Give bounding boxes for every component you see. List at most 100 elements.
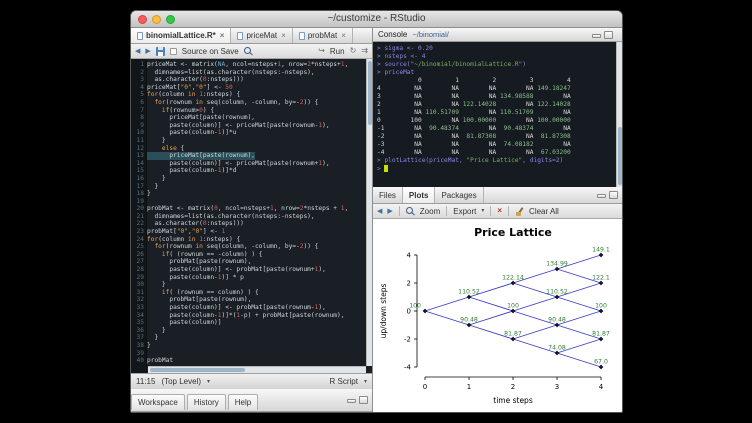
code-line[interactable]: 24for(column in 1:nsteps) { [131, 236, 366, 244]
source-file-icon[interactable]: ⇉ [361, 47, 368, 55]
code-editor[interactable]: 1priceMat <- matrix(NA, ncol=nsteps+1, n… [131, 59, 372, 373]
code-line[interactable]: 33 paste(column)] <- probMat[paste(rownu… [131, 304, 366, 312]
code-line[interactable]: 38} [131, 342, 366, 350]
zoom-button[interactable]: Zoom [420, 207, 440, 216]
editor-horizontal-scrollbar[interactable] [148, 366, 366, 373]
svg-text:4: 4 [599, 383, 604, 391]
console[interactable]: > sigma <- 0.20> nsteps <- 4> source("~/… [373, 42, 622, 187]
scope-indicator[interactable]: (Top Level) [161, 377, 201, 386]
previous-plot-icon[interactable]: ◀ [377, 208, 382, 215]
code-line[interactable]: 14 paste(column)] <- priceMat[paste(rown… [131, 160, 366, 168]
code-line[interactable]: 31 if( (rownum == column) ) { [131, 289, 366, 297]
code-line[interactable]: 37 } [131, 334, 366, 342]
tab-pricemat[interactable]: priceMat × [231, 28, 292, 43]
next-plot-icon[interactable]: ▶ [387, 208, 392, 215]
code-line[interactable]: 19 [131, 198, 366, 206]
minimize-pane-icon[interactable] [347, 399, 356, 403]
code-line[interactable]: 13 priceMat[paste(rownum), [131, 152, 366, 160]
run-button[interactable]: Run [330, 47, 345, 56]
tab-label: History [194, 398, 219, 407]
code-line[interactable]: 32 probMat[paste(rownum), [131, 296, 366, 304]
search-icon[interactable] [244, 47, 253, 56]
console-line: 2 NA NA 122.14028 NA 122.14028 [377, 101, 615, 109]
tab-plots[interactable]: Plots [403, 187, 436, 203]
tab-packages[interactable]: Packages [435, 187, 483, 203]
code-line[interactable]: 21 dimnames=list(as.character(nsteps:-ns… [131, 213, 366, 221]
remove-plot-icon[interactable]: × [497, 207, 502, 215]
tab-probmat[interactable]: probMat × [293, 28, 353, 43]
code-line[interactable]: 7 if(rownum>0) { [131, 107, 366, 115]
code-line[interactable]: 11 } [131, 137, 366, 145]
zoom-icon[interactable] [406, 207, 415, 216]
code-line[interactable]: 9 paste(column)] <- priceMat[paste(rownu… [131, 122, 366, 130]
rerun-icon[interactable]: ↻ [350, 47, 357, 55]
code-line[interactable]: 34 paste(column-1)]*(1-p) + probMat[past… [131, 312, 366, 320]
code-line[interactable]: 4priceMat["0","0"] <- 50 [131, 84, 366, 92]
maximize-pane-icon[interactable] [609, 191, 618, 199]
console-line: > [377, 165, 615, 174]
forward-icon[interactable]: ▶ [145, 48, 150, 55]
clear-all-button[interactable]: Clear All [529, 207, 559, 216]
broom-icon[interactable] [515, 207, 524, 216]
scrollbar-thumb[interactable] [368, 61, 372, 125]
code-line[interactable]: 28 paste(column)] <- probMat[paste(rownu… [131, 266, 366, 274]
code-line[interactable]: 3 as.character(0:nsteps))) [131, 76, 366, 84]
close-tab-icon[interactable]: × [220, 32, 225, 40]
code-line[interactable]: 5for(column in 1:nsteps) { [131, 91, 366, 99]
tab-binomiallattice[interactable]: binomialLattice.R* × [131, 28, 231, 43]
export-button[interactable]: Export [453, 207, 476, 216]
tab-history[interactable]: History [187, 394, 226, 410]
tab-files[interactable]: Files [373, 187, 403, 203]
code-line[interactable]: 35 paste(column)] [131, 319, 366, 327]
file-type-menu[interactable]: R Script [330, 377, 358, 386]
scrollbar-thumb[interactable] [150, 368, 245, 372]
code-line[interactable]: 40probMat [131, 357, 366, 365]
code-line[interactable]: 2 dimnames=list(as.character(nsteps:-nst… [131, 69, 366, 77]
console-line: -4 NA NA NA NA 67.03200 [377, 149, 615, 157]
code-line[interactable]: 29 paste(column-1)] * p [131, 274, 366, 282]
code-line[interactable]: 30 } [131, 281, 366, 289]
code-line[interactable]: 1priceMat <- matrix(NA, ncol=nsteps+1, n… [131, 61, 366, 69]
document-icon [137, 32, 143, 40]
plots-toolbar: ◀ ▶ Zoom Export ▾ × Clear All [373, 204, 622, 219]
code-line[interactable]: 20probMat <- matrix(0, ncol=nsteps+1, nr… [131, 205, 366, 213]
editor-vertical-scrollbar[interactable] [366, 59, 372, 366]
close-tab-icon[interactable]: × [341, 32, 346, 40]
code-line[interactable]: 23probMat["0","0"] <- 1 [131, 228, 366, 236]
minimize-pane-icon[interactable] [597, 194, 606, 198]
run-icon[interactable]: ↪ [318, 47, 325, 55]
code-line[interactable]: 8 priceMat[paste(rownum), [131, 114, 366, 122]
code-line[interactable]: 27 probMat[paste(rownum), [131, 258, 366, 266]
console-working-directory[interactable]: ~/binomial/ [412, 30, 448, 39]
save-icon[interactable] [156, 47, 165, 56]
code-line[interactable]: 39 [131, 350, 366, 358]
code-line[interactable]: 22 as.character(0:nsteps))) [131, 220, 366, 228]
plots-tabbar: Files Plots Packages [373, 187, 622, 204]
code-line[interactable]: 6 for(rownum in seq(column, -column, by=… [131, 99, 366, 107]
code-line[interactable]: 18} [131, 190, 366, 198]
console-title[interactable]: Console [378, 30, 407, 39]
source-on-save-checkbox[interactable] [170, 48, 177, 55]
code-line[interactable]: 16 } [131, 175, 366, 183]
source-on-save-label: Source on Save [182, 47, 239, 56]
svg-text:74.08: 74.08 [548, 345, 566, 352]
code-line[interactable]: 15 paste(column-1)]*d [131, 167, 366, 175]
code-line[interactable]: 17 } [131, 183, 366, 191]
close-tab-icon[interactable]: × [281, 32, 286, 40]
tab-help[interactable]: Help [228, 394, 258, 410]
tab-workspace[interactable]: Workspace [131, 394, 185, 410]
line-number: 31 [131, 289, 147, 297]
console-scrollbar[interactable] [616, 42, 622, 187]
code-line[interactable]: 25 for(rownum in seq(column, -column, by… [131, 243, 366, 251]
window-titlebar[interactable]: ~/customize - RStudio [131, 11, 622, 28]
scrollbar-thumb[interactable] [618, 127, 622, 185]
back-icon[interactable]: ◀ [135, 48, 140, 55]
minimize-pane-icon[interactable] [592, 34, 601, 38]
code-line[interactable]: 12 else { [131, 145, 366, 153]
code-line[interactable]: 10 paste(column-1)]*u [131, 129, 366, 137]
code-line[interactable]: 36 } [131, 327, 366, 335]
code-line[interactable]: 26 if( (rownum == -column) ) { [131, 251, 366, 259]
svg-text:4: 4 [407, 251, 412, 259]
maximize-pane-icon[interactable] [604, 31, 613, 39]
maximize-pane-icon[interactable] [359, 396, 368, 404]
